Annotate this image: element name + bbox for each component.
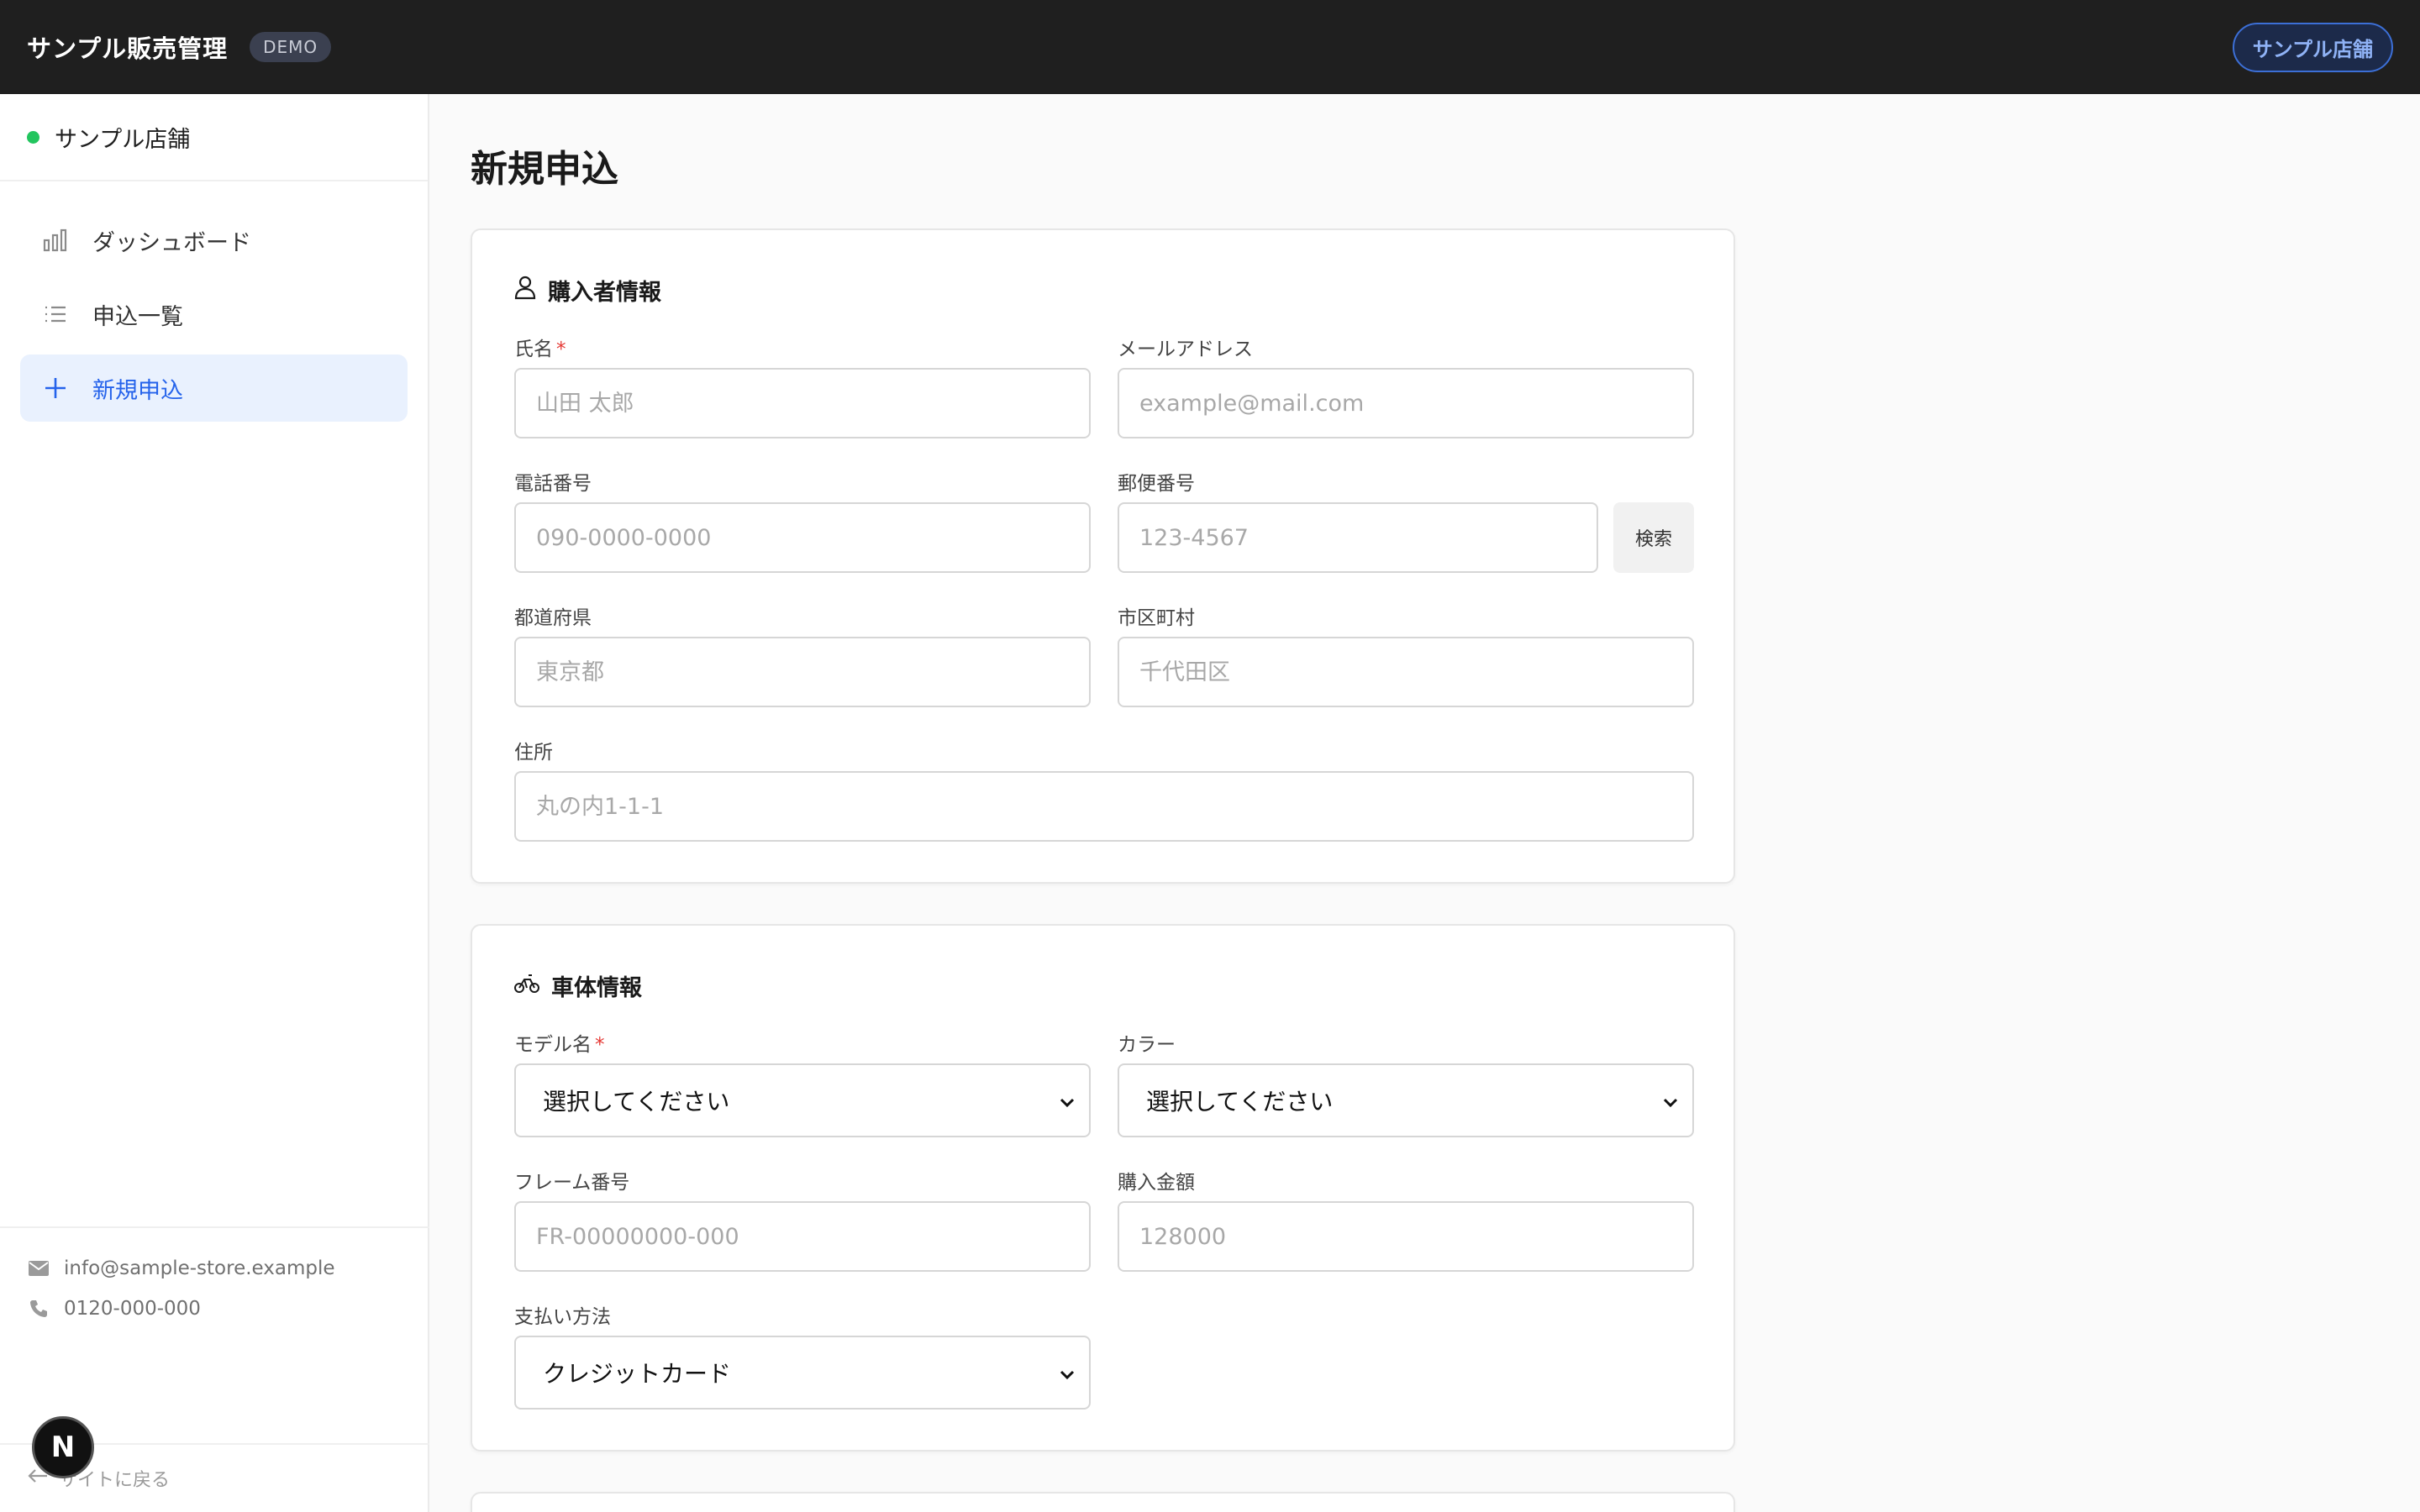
price-input[interactable]: [1118, 1201, 1694, 1272]
sidebar-contact: info@sample-store.example 0120-000-000: [0, 1226, 429, 1329]
sidebar-store: サンプル店舗: [0, 94, 428, 181]
required-mark: *: [595, 1034, 605, 1056]
vehicle-heading-text: 車体情報: [551, 975, 642, 1001]
zip-search-button[interactable]: 検索: [1613, 502, 1694, 573]
payment-label: 支払い方法: [514, 1306, 611, 1328]
buyer-heading-text: 購入者情報: [548, 280, 661, 306]
email-label: メールアドレス: [1118, 339, 1253, 360]
mail-icon: [27, 1260, 50, 1277]
name-label-text: 氏名: [514, 339, 553, 360]
chevron-down-icon: [1059, 1359, 1076, 1387]
buyer-card-heading: 購入者情報: [514, 274, 661, 307]
address-label: 住所: [514, 742, 553, 764]
prefecture-label: 都道府県: [514, 607, 592, 629]
contact-phone: 0120-000-000: [27, 1289, 402, 1329]
list-icon: [40, 299, 71, 329]
status-dot-icon: [27, 130, 39, 144]
app-title: サンプル販売管理: [27, 34, 229, 63]
payment-select-value: クレジットカード: [543, 1360, 732, 1388]
prefecture-input[interactable]: [514, 637, 1091, 707]
phone-input[interactable]: [514, 502, 1091, 573]
model-label: モデル名 *: [514, 1028, 605, 1057]
next-card: [471, 1492, 1735, 1512]
top-header: サンプル販売管理 DEMO サンプル店舗: [0, 0, 2420, 94]
bar-chart-icon: [40, 225, 71, 255]
zip-input[interactable]: [1118, 502, 1598, 573]
sidebar-item-new-application[interactable]: 新規申込: [20, 354, 408, 422]
price-label: 購入金額: [1118, 1172, 1195, 1194]
demo-badge: DEMO: [250, 32, 332, 62]
color-select-value: 選択してください: [1146, 1088, 1334, 1116]
chevron-down-icon: [1059, 1087, 1076, 1115]
phone-icon: [27, 1299, 50, 1319]
payment-select[interactable]: クレジットカード: [514, 1336, 1091, 1410]
brand: サンプル販売管理 DEMO: [27, 29, 332, 65]
floating-n-button[interactable]: N: [32, 1416, 94, 1478]
vehicle-info-card: 車体情報 モデル名 * 選択してください カラー 選択してください フレーム番号 …: [471, 924, 1735, 1452]
chevron-down-icon: [1662, 1087, 1679, 1115]
vehicle-card-heading: 車体情報: [514, 969, 642, 1002]
phone-label: 電話番号: [514, 473, 592, 495]
sidebar-item-applications[interactable]: 申込一覧: [20, 281, 408, 348]
sidebar-item-label: ダッシュボード: [92, 229, 251, 256]
sidebar-nav: ダッシュボード 申込一覧 新規申込: [0, 181, 428, 454]
name-input[interactable]: [514, 368, 1091, 438]
sidebar-item-label: 新規申込: [92, 377, 183, 404]
buyer-info-card: 購入者情報 氏名* メールアドレス 電話番号 郵便番号 検索 都道府県 市区町村…: [471, 228, 1735, 884]
sidebar-item-dashboard[interactable]: ダッシュボード: [20, 207, 408, 274]
frame-number-input[interactable]: [514, 1201, 1091, 1272]
city-label: 市区町村: [1118, 607, 1195, 629]
city-input[interactable]: [1118, 637, 1694, 707]
color-select[interactable]: 選択してください: [1118, 1063, 1694, 1137]
store-switch-button[interactable]: サンプル店舗: [2232, 22, 2393, 72]
required-mark: *: [556, 339, 566, 360]
contact-email: info@sample-store.example: [27, 1248, 402, 1289]
zip-label: 郵便番号: [1118, 473, 1195, 495]
email-input[interactable]: [1118, 368, 1694, 438]
frame-number-label: フレーム番号: [514, 1172, 630, 1194]
sidebar-item-label: 申込一覧: [92, 303, 183, 330]
model-label-text: モデル名: [514, 1034, 592, 1056]
name-label: 氏名 *: [514, 333, 566, 361]
sidebar-store-name: サンプル店舗: [55, 126, 191, 153]
user-icon: [514, 275, 536, 306]
model-select-value: 選択してください: [543, 1088, 730, 1116]
contact-phone-text[interactable]: 0120-000-000: [64, 1298, 201, 1320]
address-input[interactable]: [514, 771, 1694, 842]
contact-email-text[interactable]: info@sample-store.example: [64, 1257, 335, 1279]
plus-icon: [40, 373, 71, 403]
bicycle-icon: [514, 972, 539, 1000]
page-title: 新規申込: [471, 148, 618, 191]
color-label: カラー: [1118, 1034, 1176, 1056]
model-select[interactable]: 選択してください: [514, 1063, 1091, 1137]
